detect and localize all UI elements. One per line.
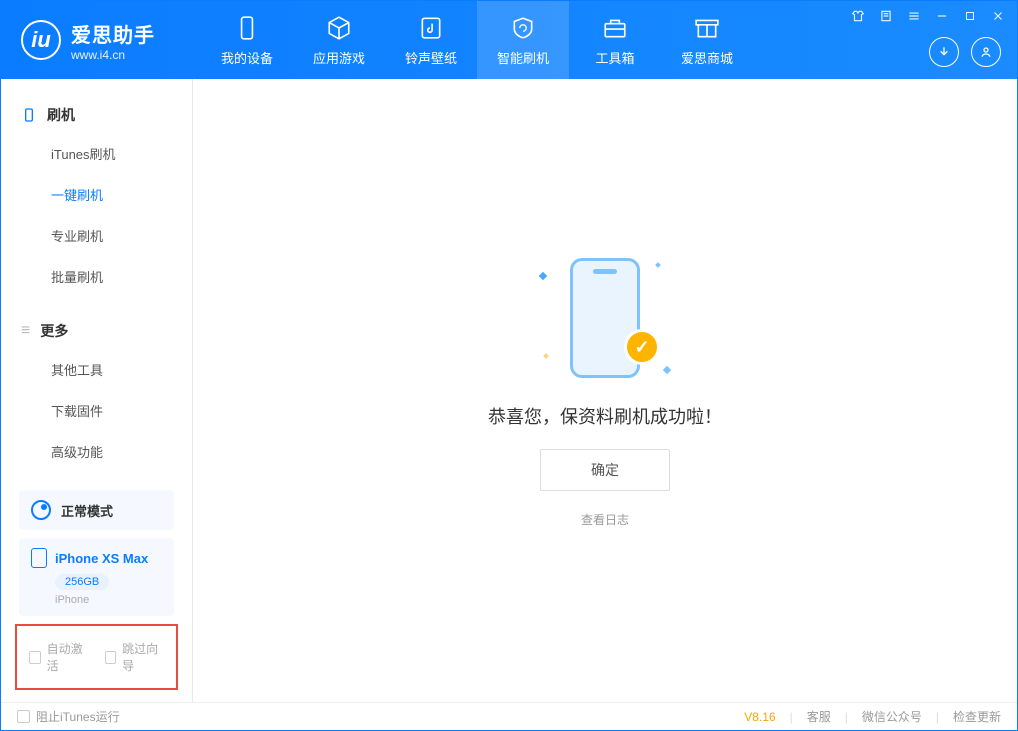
- device-phone-icon: [31, 548, 47, 568]
- sidebar-item-other-tools[interactable]: 其他工具: [1, 349, 192, 390]
- tab-label: 爱思商城: [681, 48, 733, 67]
- tab-toolbox[interactable]: 工具箱: [569, 1, 661, 79]
- list-icon: ≡: [21, 322, 30, 340]
- success-message: 恭喜您，保资料刷机成功啦！: [488, 403, 722, 429]
- main-content: ✓ 恭喜您，保资料刷机成功啦！ 确定 查看日志: [193, 79, 1017, 702]
- tab-label: 我的设备: [221, 48, 273, 67]
- confirm-button[interactable]: 确定: [540, 449, 670, 491]
- option-skip-guide[interactable]: 跳过向导: [105, 640, 165, 674]
- section-title: 更多: [40, 321, 68, 341]
- nav-tabs: 我的设备 应用游戏 铃声壁纸 智能刷机 工具箱 爱思商城: [201, 1, 753, 79]
- header: iu 爱思助手 www.i4.cn 我的设备 应用游戏 铃声壁纸 智能刷机 工具…: [1, 1, 1017, 79]
- device-card[interactable]: iPhone XS Max 256GB iPhone: [19, 538, 174, 616]
- tab-label: 智能刷机: [497, 48, 549, 67]
- header-right-actions: [929, 37, 1001, 67]
- option-label: 阻止iTunes运行: [36, 708, 120, 725]
- option-label: 跳过向导: [122, 640, 164, 674]
- logo-area: iu 爱思助手 www.i4.cn: [1, 19, 201, 62]
- sidebar-item-oneclick-flash[interactable]: 一键刷机: [1, 174, 192, 215]
- version-label: V8.16: [744, 710, 775, 724]
- tab-label: 工具箱: [595, 48, 634, 67]
- menu-icon[interactable]: [907, 9, 921, 23]
- sidebar: 刷机 iTunes刷机 一键刷机 专业刷机 批量刷机 ≡ 更多 其他工具 下载固…: [1, 79, 193, 702]
- logo-text: 爱思助手 www.i4.cn: [71, 19, 155, 62]
- app-url: www.i4.cn: [71, 48, 155, 62]
- tab-ringtone-wallpaper[interactable]: 铃声壁纸: [385, 1, 477, 79]
- checkbox-icon: [29, 651, 41, 664]
- download-icon[interactable]: [929, 37, 959, 67]
- user-icon[interactable]: [971, 37, 1001, 67]
- toolbox-icon: [601, 14, 629, 42]
- maximize-button[interactable]: [963, 9, 977, 23]
- bottom-options-highlighted: 自动激活 跳过向导: [15, 624, 178, 690]
- sidebar-item-download-firmware[interactable]: 下载固件: [1, 390, 192, 431]
- shirt-icon[interactable]: [851, 9, 865, 23]
- sidebar-bottom: 正常模式 iPhone XS Max 256GB iPhone 自动激活 跳过向…: [1, 472, 192, 704]
- separator: |: [790, 710, 793, 724]
- device-icon: [233, 14, 261, 42]
- checkbox-icon: [105, 651, 117, 664]
- minimize-button[interactable]: [935, 9, 949, 23]
- footer-link-support[interactable]: 客服: [807, 708, 831, 725]
- app-title: 爱思助手: [71, 19, 155, 48]
- sidebar-item-advanced[interactable]: 高级功能: [1, 431, 192, 472]
- close-button[interactable]: [991, 9, 1005, 23]
- music-icon: [417, 14, 445, 42]
- sidebar-section-flash: 刷机: [1, 97, 192, 133]
- check-badge-icon: ✓: [624, 329, 660, 365]
- footer-link-update[interactable]: 检查更新: [953, 708, 1001, 725]
- option-auto-activate[interactable]: 自动激活: [29, 640, 89, 674]
- window-controls: [851, 9, 1005, 23]
- tab-smart-flash[interactable]: 智能刷机: [477, 1, 569, 79]
- footer: 阻止iTunes运行 V8.16 | 客服 | 微信公众号 | 检查更新: [1, 702, 1017, 730]
- sidebar-item-itunes-flash[interactable]: iTunes刷机: [1, 133, 192, 174]
- footer-link-wechat[interactable]: 微信公众号: [862, 708, 922, 725]
- mode-card[interactable]: 正常模式: [19, 490, 174, 530]
- checkbox-icon: [17, 710, 30, 723]
- tab-label: 铃声壁纸: [405, 48, 457, 67]
- footer-left: 阻止iTunes运行: [17, 708, 120, 725]
- separator: |: [936, 710, 939, 724]
- tab-label: 应用游戏: [313, 48, 365, 67]
- sparkle-icon: [655, 262, 661, 268]
- device-type: iPhone: [55, 594, 162, 606]
- refresh-shield-icon: [509, 14, 537, 42]
- sparkle-icon: [663, 366, 671, 374]
- sidebar-item-batch-flash[interactable]: 批量刷机: [1, 256, 192, 297]
- sidebar-section-more: ≡ 更多: [1, 313, 192, 349]
- option-label: 自动激活: [47, 640, 89, 674]
- tab-store[interactable]: 爱思商城: [661, 1, 753, 79]
- sparkle-icon: [539, 272, 547, 280]
- sparkle-icon: [543, 353, 549, 359]
- body: 刷机 iTunes刷机 一键刷机 专业刷机 批量刷机 ≡ 更多 其他工具 下载固…: [1, 79, 1017, 702]
- view-log-link[interactable]: 查看日志: [581, 511, 629, 528]
- note-icon[interactable]: [879, 9, 893, 23]
- device-storage-badge: 256GB: [55, 574, 109, 590]
- device-row: iPhone XS Max: [31, 548, 162, 568]
- mode-icon: [31, 500, 51, 520]
- separator: |: [845, 710, 848, 724]
- tab-apps-games[interactable]: 应用游戏: [293, 1, 385, 79]
- phone-icon: [21, 107, 37, 123]
- app-logo-icon: iu: [21, 20, 61, 60]
- store-icon: [693, 14, 721, 42]
- success-illustration: ✓: [540, 253, 670, 383]
- mode-label: 正常模式: [61, 501, 113, 520]
- option-block-itunes[interactable]: 阻止iTunes运行: [17, 708, 120, 725]
- footer-right: V8.16 | 客服 | 微信公众号 | 检查更新: [744, 708, 1001, 725]
- sidebar-item-pro-flash[interactable]: 专业刷机: [1, 215, 192, 256]
- cube-icon: [325, 14, 353, 42]
- tab-my-device[interactable]: 我的设备: [201, 1, 293, 79]
- device-name: iPhone XS Max: [55, 551, 148, 566]
- section-title: 刷机: [47, 105, 75, 125]
